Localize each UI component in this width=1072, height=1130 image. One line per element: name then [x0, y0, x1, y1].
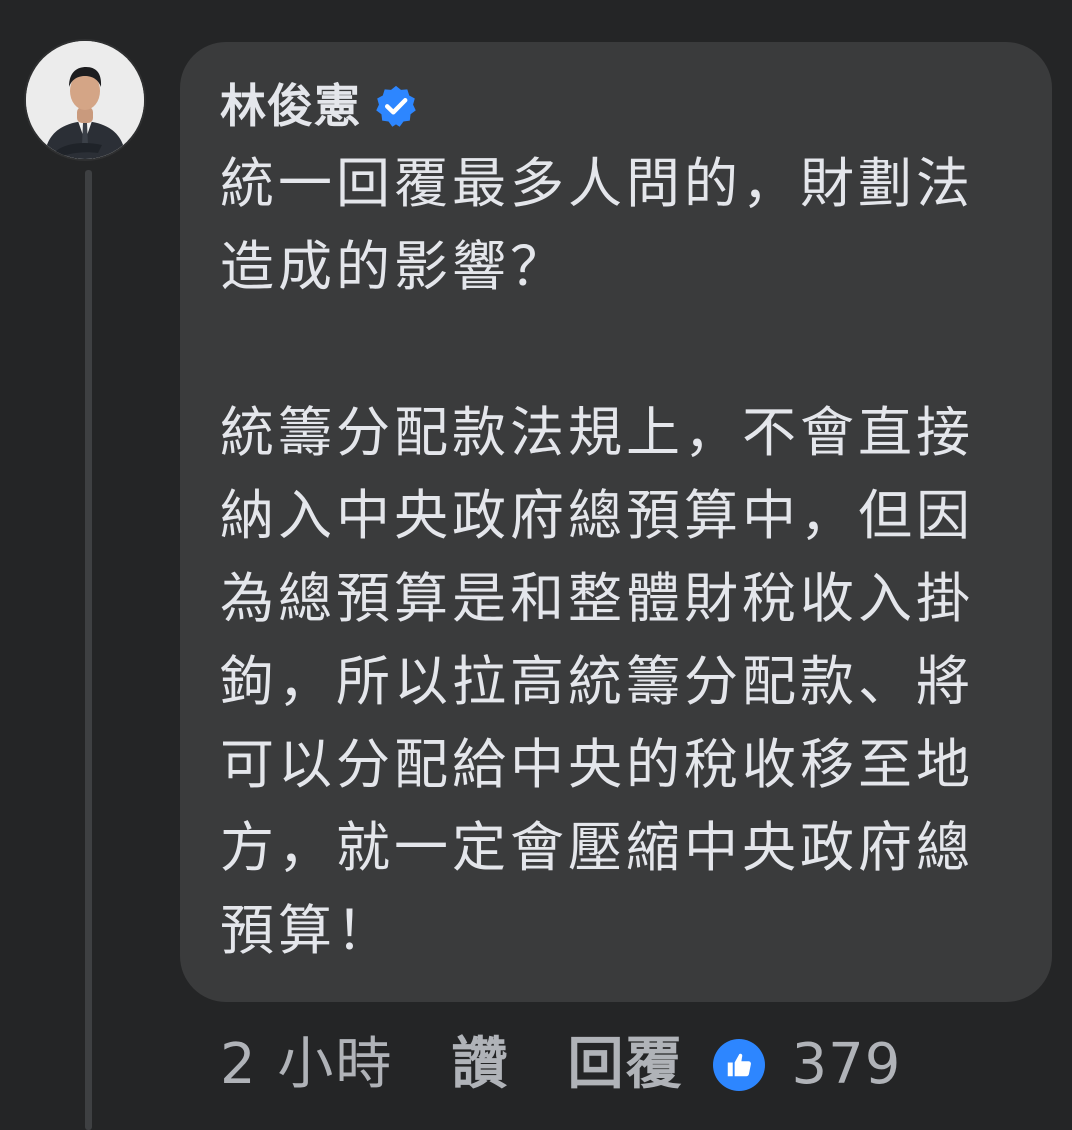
- thumbs-up-icon: [728, 1053, 752, 1077]
- comment-line: 統一回覆最多人問的，財劃法: [220, 152, 974, 215]
- author-name[interactable]: 林俊憲: [220, 76, 361, 136]
- avatar[interactable]: [26, 41, 144, 159]
- like-reaction-icon[interactable]: [713, 1039, 766, 1091]
- comment-bubble: 林俊憲 統一回覆最多人問的，財劃法 造成的影響？ 統籌分配款法規上，不會直接 納…: [180, 42, 1052, 1002]
- comment-line: 統籌分配款法規上，不會直接: [220, 401, 974, 464]
- comment-line: 預算！: [220, 899, 394, 962]
- comment-actions: 2 小時 讚 回覆 379: [220, 1030, 901, 1100]
- author-row: 林俊憲: [220, 76, 419, 136]
- comment-line: 納入中央政府總預算中，但因: [220, 484, 974, 547]
- comment-text: 統一回覆最多人問的，財劃法 造成的影響？ 統籌分配款法規上，不會直接 納入中央政…: [220, 142, 1020, 972]
- timestamp[interactable]: 2 小時: [220, 1030, 393, 1100]
- reply-button[interactable]: 回覆: [567, 1030, 683, 1100]
- thread-line: [85, 170, 92, 1130]
- comment-line: 為總預算是和整體財稅收入掛: [220, 567, 974, 630]
- comment-line: 鉤，所以拉高統籌分配款、將: [220, 650, 974, 713]
- comment-line: 可以分配給中央的稅收移至地: [220, 733, 974, 796]
- verified-badge-icon: [376, 85, 416, 127]
- comment-line: 方，就一定會壓縮中央政府總: [220, 816, 974, 879]
- avatar-photo: [26, 41, 144, 159]
- reaction-count[interactable]: 379: [791, 1030, 901, 1100]
- comment-line: 造成的影響？: [220, 235, 568, 298]
- like-button[interactable]: 讚: [451, 1030, 509, 1100]
